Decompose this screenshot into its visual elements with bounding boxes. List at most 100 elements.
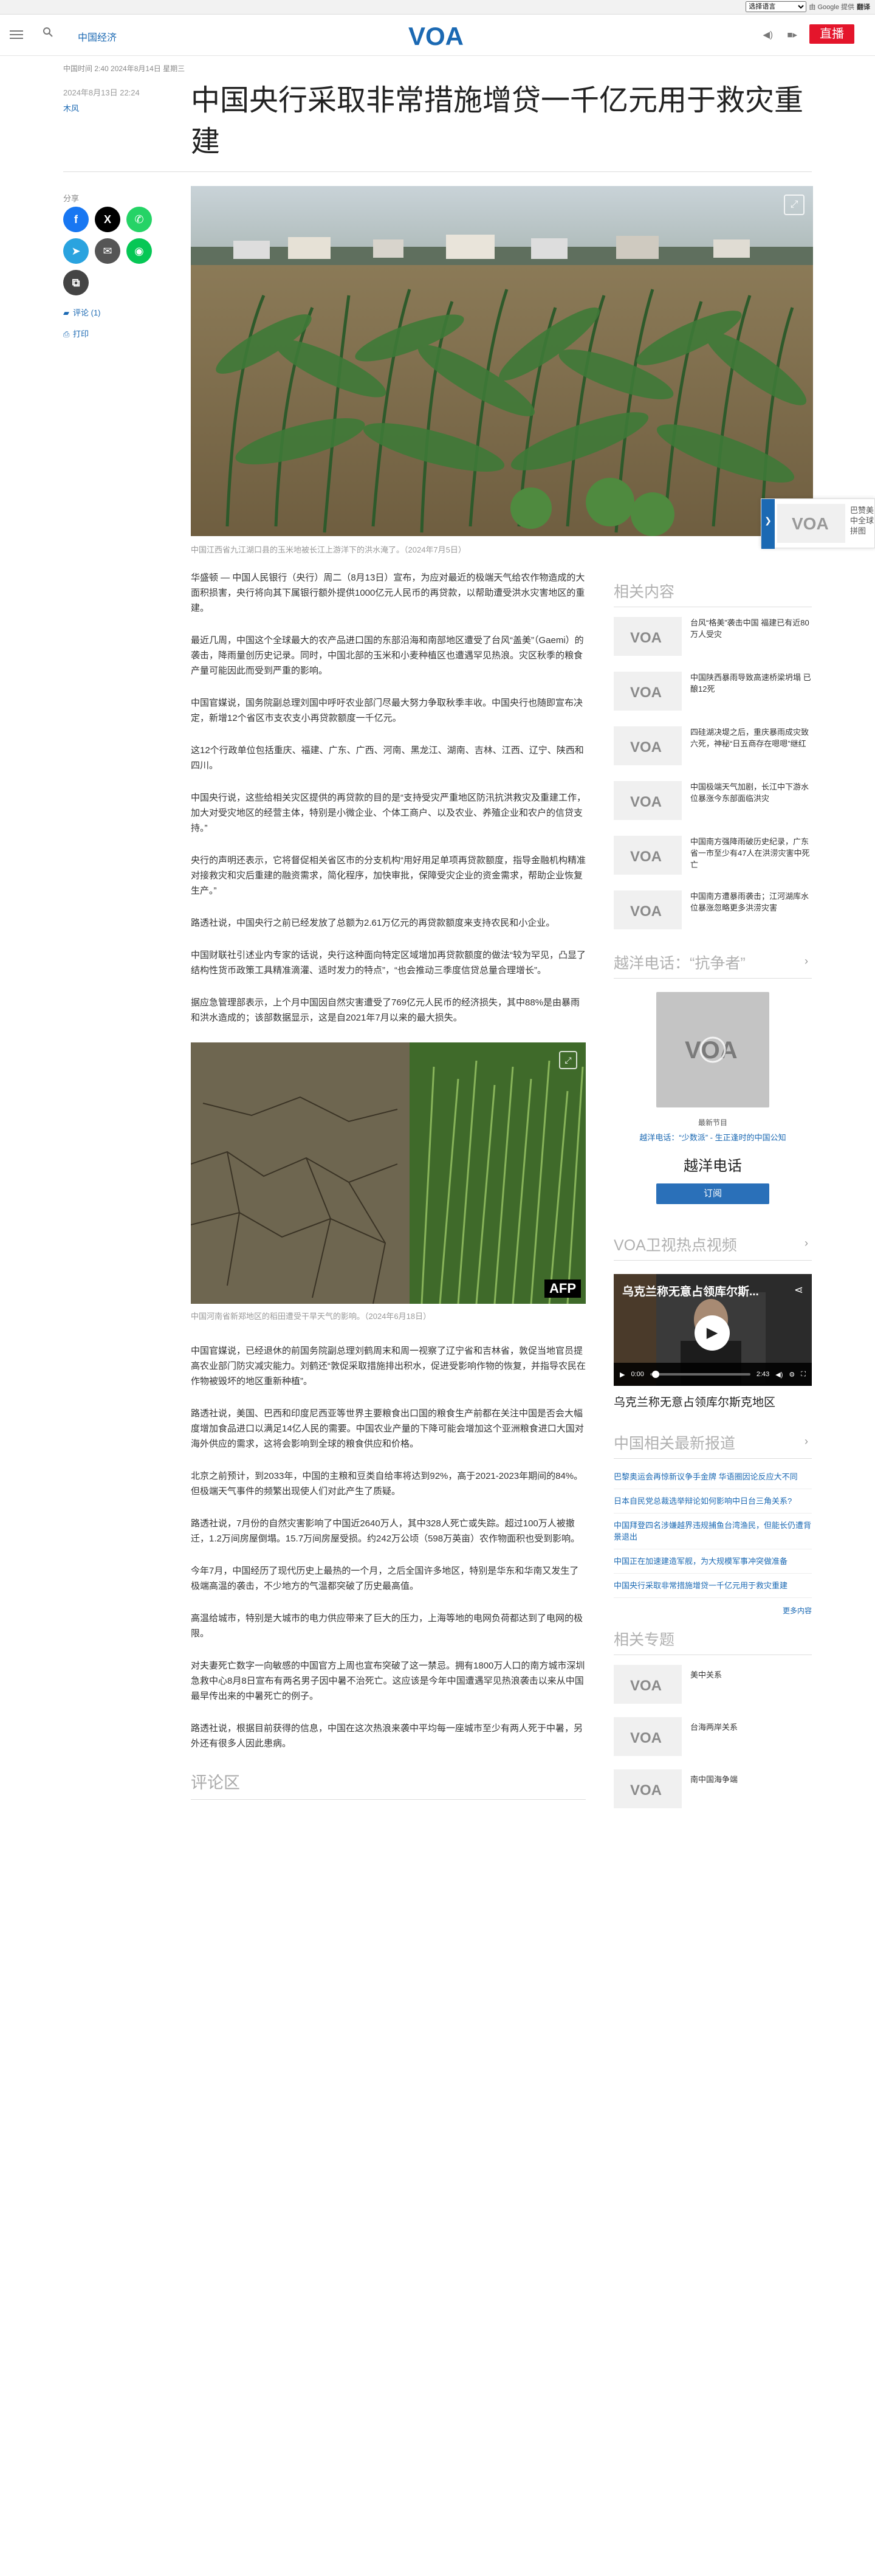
x-icon[interactable]: X bbox=[95, 207, 120, 232]
side-rail-widget[interactable]: ❯ VOA 巴赞美中全球拼图 bbox=[761, 498, 875, 549]
article-title: 中国央行采取非常措施增贷一千亿元用于救灾重建 bbox=[191, 84, 804, 158]
search-icon[interactable] bbox=[43, 27, 58, 43]
copy-link-icon[interactable]: ⧉ bbox=[63, 270, 89, 295]
comment-icon: ▰ bbox=[63, 308, 69, 317]
progress-handle[interactable] bbox=[652, 1371, 660, 1378]
video-progress[interactable] bbox=[650, 1371, 750, 1378]
translate-label[interactable]: 翻译 bbox=[857, 2, 870, 12]
paragraph: 中国官媒说，已经退休的前国务院副总理刘鹤周末和周一视察了辽宁省和吉林省，敦促当地… bbox=[191, 1346, 586, 1386]
language-select[interactable]: 选择语言 bbox=[746, 1, 807, 12]
podcast-info: 最新节目 越洋电话：“少数派” - 生正逢时的中国公知 越洋电话 订阅 bbox=[614, 1117, 812, 1204]
svg-text:VOA: VOA bbox=[630, 903, 662, 920]
chevron-right-icon: › bbox=[805, 955, 808, 967]
paragraph: 中国央行说，这些给相关灾区提供的再贷款的目的是“支持受灾严重地区防汛抗洪救灾及重… bbox=[191, 793, 586, 833]
print-icon: ⎙ bbox=[63, 329, 70, 339]
svg-text:VOA: VOA bbox=[630, 794, 662, 810]
latest-episode-link[interactable]: 越洋电话：“少数派” - 生正逢时的中国公知 bbox=[614, 1131, 812, 1143]
settings-icon[interactable]: ⚙ bbox=[789, 1371, 795, 1379]
play-small-icon[interactable]: ▶ bbox=[620, 1371, 625, 1379]
paragraph: 今年7月，中国经历了现代历史上最热的一个月，之后全国许多地区，特别是华东和华南又… bbox=[191, 1566, 579, 1591]
translate-bar: 选择语言 由 Google 提供 翻译 bbox=[0, 0, 875, 15]
line-icon[interactable]: ◉ bbox=[126, 238, 152, 264]
related-item[interactable]: VOA 中国南方强降雨破历史纪录，广东省一市至少有47人在洪涝灾害中死亡 bbox=[614, 836, 812, 881]
svg-text:VOA: VOA bbox=[630, 739, 662, 756]
topic-item[interactable]: VOA 南中国海争端 bbox=[614, 1769, 812, 1812]
related-item[interactable]: VOA 中国南方遭暴雨袭击；江河湖库水位暴涨忽略更多洪涝灾害 bbox=[614, 890, 812, 935]
related-item[interactable]: VOA 四硅湖决堤之后，重庆暴雨成灾致六死，神秘“日五商存在嗯嗯”继红 bbox=[614, 726, 812, 771]
related-title: 台风“格美”袭击中国 福建已有近80万人受灾 bbox=[690, 618, 809, 639]
paragraph: 高温给城市，特别是大城市的电力供应带来了巨大的压力，上海等地的电网负荷都达到了电… bbox=[191, 1613, 583, 1639]
news-item[interactable]: 中国正在加速建造军舰，为大规模军事冲突做准备 bbox=[614, 1549, 812, 1574]
topic-title: 台海两岸关系 bbox=[690, 1723, 738, 1732]
video-player[interactable]: 乌克兰称无意占领库尔斯... ⋖ ▶ ▶ 0:00 2:43 ◀) ⚙ ⛶ bbox=[614, 1274, 812, 1386]
news-item[interactable]: 中国拜登四名涉嫌越界违规捕鱼台湾渔民，但能长仍遭背景退出 bbox=[614, 1514, 812, 1549]
expand-icon[interactable]: ⤢ bbox=[559, 1051, 577, 1069]
expand-icon[interactable]: ⤢ bbox=[784, 195, 805, 215]
voa-thumbnail: VOA bbox=[614, 1665, 682, 1704]
topic-title: 南中国海争端 bbox=[690, 1775, 738, 1784]
facebook-icon[interactable]: f bbox=[63, 207, 89, 232]
video-icon[interactable]: ■▸ bbox=[787, 29, 797, 40]
subscribe-button[interactable]: 订阅 bbox=[656, 1183, 769, 1204]
related-title: 中国南方强降雨破历史纪录，广东省一市至少有47人在洪涝灾害中死亡 bbox=[690, 837, 810, 869]
telegram-icon[interactable]: ➤ bbox=[63, 238, 89, 264]
phone-heading[interactable]: 越洋电话：“抗争者” › bbox=[614, 951, 812, 979]
volume-icon[interactable]: ◀) bbox=[775, 1371, 783, 1379]
email-icon[interactable]: ✉ bbox=[95, 238, 120, 264]
play-icon[interactable]: ▶ bbox=[695, 1315, 730, 1351]
svg-text:VOA: VOA bbox=[792, 514, 829, 533]
svg-text:VOA: VOA bbox=[630, 1782, 662, 1799]
news-item[interactable]: 巴黎奥运会再惊新议争手金牌 华语圈因论反应大不同 bbox=[614, 1465, 812, 1489]
paragraph: 对夫妻死亡数字一向敏感的中国官方上周也宣布突破了这一禁忌。拥有1800万人口的南… bbox=[191, 1661, 585, 1701]
video-caption[interactable]: 乌克兰称无意占领库尔斯克地区 bbox=[614, 1393, 812, 1410]
voa-thumbnail: VOA bbox=[614, 1717, 682, 1756]
paragraph: 路透社说，中国央行之前已经发放了总额为2.61万亿元的再贷款额度来支持农民和小企… bbox=[191, 918, 555, 928]
topic-item[interactable]: VOA 美中关系 bbox=[614, 1665, 812, 1707]
share-icon[interactable]: ⋖ bbox=[794, 1284, 803, 1297]
paragraph: 中国官媒说，国务院副总理刘国中呼吁农业部门尽最大努力争取秋季丰收。中国央行也随即… bbox=[191, 698, 583, 723]
related-item[interactable]: VOA 中国极端天气加剧，长江中下游水位暴涨今东部面临洪灾 bbox=[614, 781, 812, 826]
podcast-cover[interactable]: VOA bbox=[656, 992, 769, 1107]
live-button[interactable]: 直播 bbox=[809, 24, 854, 44]
news-heading[interactable]: 中国相关最新报道 › bbox=[614, 1431, 812, 1459]
news-item[interactable]: 中国央行采取非常措施增贷一千亿元用于救灾重建 bbox=[614, 1574, 812, 1598]
voa-thumbnail: VOA bbox=[614, 890, 682, 929]
video-heading[interactable]: VOA卫视热点视频 › bbox=[614, 1233, 812, 1261]
paragraph: 北京之前预计，到2033年，中国的主粮和豆类自给率将达到92%，高于2021-2… bbox=[191, 1471, 583, 1496]
whatsapp-icon[interactable]: ✆ bbox=[126, 207, 152, 232]
voa-logo[interactable]: VOA bbox=[406, 22, 469, 50]
related-item[interactable]: VOA 台风“格美”袭击中国 福建已有近80万人受灾 bbox=[614, 617, 812, 662]
video-time-end: 2:43 bbox=[756, 1371, 770, 1378]
site-header: 中国经济 VOA ◀) ■▸ 直播 bbox=[0, 15, 875, 56]
more-link[interactable]: 更多内容 bbox=[614, 1605, 812, 1616]
audio-icon[interactable]: ◀) bbox=[763, 29, 773, 40]
related-heading: 相关内容 bbox=[614, 580, 812, 607]
topics-heading: 相关专题 bbox=[614, 1628, 812, 1655]
comments-link[interactable]: ▰ 评论 (1) bbox=[63, 306, 101, 318]
chevron-right-icon: › bbox=[805, 1237, 808, 1249]
related-item[interactable]: VOA 中国陕西暴雨导致高速桥梁坍塌 已酿12死 bbox=[614, 672, 812, 717]
powered-by-text: 由 Google 提供 bbox=[809, 4, 854, 11]
chevron-right-icon: › bbox=[805, 1435, 808, 1447]
video-controls: ▶ 0:00 2:43 ◀) ⚙ ⛶ bbox=[614, 1363, 812, 1386]
topic-title: 美中关系 bbox=[690, 1670, 722, 1679]
section-link[interactable]: 中国经济 bbox=[78, 29, 117, 44]
paragraph: 路透社说，根据目前获得的信息，中国在这次热浪来袭中平均每一座城市至少有两人死于中… bbox=[191, 1723, 583, 1749]
paragraph: 华盛顿 — 中国人民银行（央行）周二（8月13日）宣布，为应对最近的极端天气给农… bbox=[191, 573, 585, 613]
svg-text:VOA: VOA bbox=[408, 22, 464, 49]
voa-thumbnail: VOA bbox=[614, 781, 682, 820]
paragraph: 央行的声明还表示，它将督促相关省区市的分支机构“用好用足单项再贷款额度，指导金融… bbox=[191, 855, 586, 896]
author-link[interactable]: 木风 bbox=[63, 102, 79, 114]
afp-watermark: AFP bbox=[544, 1279, 581, 1298]
news-item[interactable]: 日本自民党总裁选举辩论如何影响中日台三角关系? bbox=[614, 1489, 812, 1514]
rail-arrow-icon[interactable]: ❯ bbox=[761, 499, 775, 549]
paragraph: 最近几周，中国这个全球最大的农产品进口国的东部沿海和南部地区遭受了台风“盖美”（… bbox=[191, 635, 584, 676]
share-buttons: f X ✆ ➤ ✉ ◉ ⧉ bbox=[63, 207, 160, 295]
publish-date: 2024年8月13日 22:24 bbox=[63, 88, 140, 97]
topic-item[interactable]: VOA 台海两岸关系 bbox=[614, 1717, 812, 1760]
fullscreen-icon[interactable]: ⛶ bbox=[801, 1371, 806, 1379]
print-link[interactable]: ⎙ 打印 bbox=[63, 328, 101, 339]
menu-icon[interactable] bbox=[10, 28, 23, 41]
paragraph: 据应急管理部表示，上个月中国因自然灾害遭受了769亿元人民币的经济损失，其中88… bbox=[191, 997, 580, 1023]
inline-caption: 中国河南省新郑地区的稻田遭受干旱天气的影响。（2024年6月18日） bbox=[191, 1312, 431, 1321]
